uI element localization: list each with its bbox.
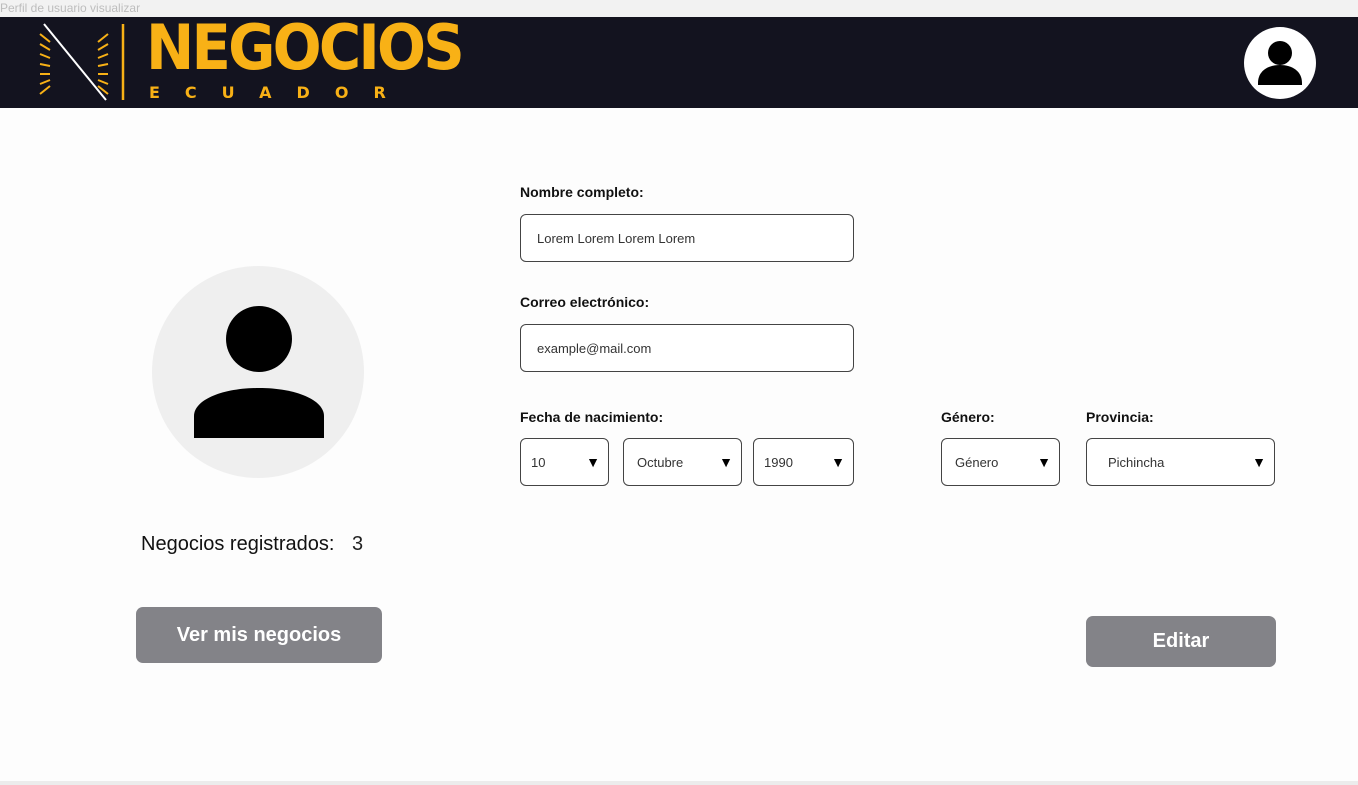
birth-month-value: Octubre — [637, 454, 684, 470]
province-select[interactable]: Pichincha ▼ — [1086, 438, 1275, 486]
dropdown-arrow-icon: ▼ — [719, 454, 733, 470]
province-value: Pichincha — [1108, 454, 1165, 470]
birth-day-select[interactable]: 10 ▼ — [520, 438, 609, 486]
dropdown-arrow-icon: ▼ — [831, 454, 845, 470]
profile-page: NEGOCIOS ECUADOR Negocios registrados: 3… — [0, 17, 1358, 781]
profile-avatar — [152, 266, 364, 478]
brand-logo-text: NEGOCIOS — [146, 17, 465, 84]
birth-year-select[interactable]: 1990 ▼ — [753, 438, 854, 486]
full-name-field[interactable]: Lorem Lorem Lorem Lorem — [520, 214, 854, 262]
gender-select[interactable]: Género ▼ — [941, 438, 1060, 486]
email-label: Correo electrónico: — [520, 294, 650, 310]
brand-logo-subtitle: ECUADOR — [149, 83, 411, 102]
registered-count-value: 3 — [352, 533, 364, 555]
top-navbar: NEGOCIOS ECUADOR — [0, 17, 1358, 108]
email-value: example@mail.com — [537, 340, 652, 356]
birth-date-label: Fecha de nacimiento: — [520, 409, 664, 425]
header-profile-button[interactable] — [1244, 27, 1316, 99]
frame-title: Perfil de usuario visualizar — [0, 1, 141, 15]
gender-label: Género: — [941, 409, 995, 425]
full-name-label: Nombre completo: — [520, 184, 644, 200]
user-icon — [194, 306, 324, 438]
province-label: Provincia: — [1086, 409, 1154, 425]
logo-mark-icon — [39, 23, 125, 101]
bottom-divider — [0, 781, 1358, 785]
dropdown-arrow-icon: ▼ — [1037, 454, 1051, 470]
edit-button[interactable]: Editar — [1086, 616, 1276, 667]
registered-count-label: Negocios registrados: — [141, 533, 335, 555]
view-my-businesses-button[interactable]: Ver mis negocios — [136, 607, 382, 663]
birth-day-value: 10 — [531, 454, 546, 470]
registered-businesses-count: Negocios registrados: 3 — [141, 531, 363, 557]
birth-month-select[interactable]: Octubre ▼ — [623, 438, 742, 486]
user-icon — [1258, 41, 1302, 85]
gender-value: Género — [955, 454, 999, 470]
birth-year-value: 1990 — [764, 454, 793, 470]
dropdown-arrow-icon: ▼ — [1252, 454, 1266, 470]
email-field[interactable]: example@mail.com — [520, 324, 854, 372]
full-name-value: Lorem Lorem Lorem Lorem — [537, 230, 696, 246]
dropdown-arrow-icon: ▼ — [586, 454, 600, 470]
